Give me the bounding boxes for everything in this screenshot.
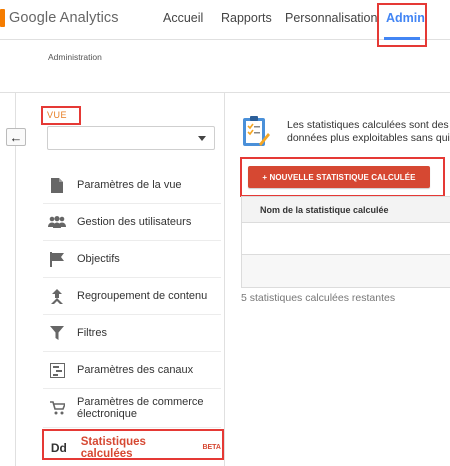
nav-personnalisation[interactable]: Personnalisation [285,11,377,25]
clipboard-checklist-icon [241,114,271,148]
info-description: Les statistiques calculées sont des donn… [287,119,450,145]
cart-icon [48,399,66,417]
sidebar-item-gestion-utilisateurs[interactable]: Gestion des utilisateurs [43,204,221,241]
content-grouping-icon [48,287,66,305]
users-icon [48,213,66,231]
sidebar-item-label: Regroupement de contenu [77,290,208,302]
sidebar-item-label: Gestion des utilisateurs [77,216,192,228]
highlight-statistiques-calculees [42,429,224,460]
highlight-vue [41,106,81,125]
table-row [242,255,450,287]
filter-icon [48,324,66,342]
table-row [242,223,450,255]
sidebar-separator [224,93,225,466]
back-column-line [15,93,16,466]
sidebar-item-label: Paramètres de la vue [77,179,182,191]
nav-rapports[interactable]: Rapports [221,11,272,25]
sidebar-item-commerce-electronique[interactable]: Paramètres de commerce électronique [43,389,221,428]
sidebar-item-regroupement-contenu[interactable]: Regroupement de contenu [43,278,221,315]
analytics-logo-icon [0,9,5,27]
column-header-name[interactable]: Nom de la statistique calculée [260,205,389,215]
calculated-metrics-table: Nom de la statistique calculée [241,196,450,288]
logo-text: Google Analytics [9,10,119,26]
info-text-line1: Les statistiques calculées sont des [287,119,449,131]
sidebar-item-label: Paramètres de commerce électronique [77,396,204,420]
remaining-count: 5 statistiques calculées restantes [241,292,396,304]
google-analytics-logo[interactable]: Google Analytics [0,9,119,27]
sidebar-item-parametres-canaux[interactable]: Paramètres des canaux [43,352,221,389]
info-text-line2: données plus exploitables sans quit [287,132,450,144]
chevron-down-icon [198,136,206,141]
sidebar-item-filtres[interactable]: Filtres [43,315,221,352]
back-button[interactable]: ← [6,128,26,146]
sidebar-item-label: Filtres [77,327,107,339]
sidebar-item-objectifs[interactable]: Objectifs [43,241,221,278]
arrow-left-icon: ← [9,129,23,145]
breadcrumb: Administration [48,52,102,62]
flag-icon [48,250,66,268]
highlight-new-button [240,157,445,197]
document-icon [48,176,66,194]
header-divider [0,92,450,93]
channels-icon [48,361,66,379]
sidebar-item-parametres-vue[interactable]: Paramètres de la vue [43,167,221,204]
sidebar-item-label: Objectifs [77,253,120,265]
table-header[interactable]: Nom de la statistique calculée [242,197,450,223]
view-selector[interactable] [47,126,215,150]
sidebar-item-label: Paramètres des canaux [77,364,194,376]
nav-accueil[interactable]: Accueil [163,11,203,25]
highlight-admin [377,3,427,47]
